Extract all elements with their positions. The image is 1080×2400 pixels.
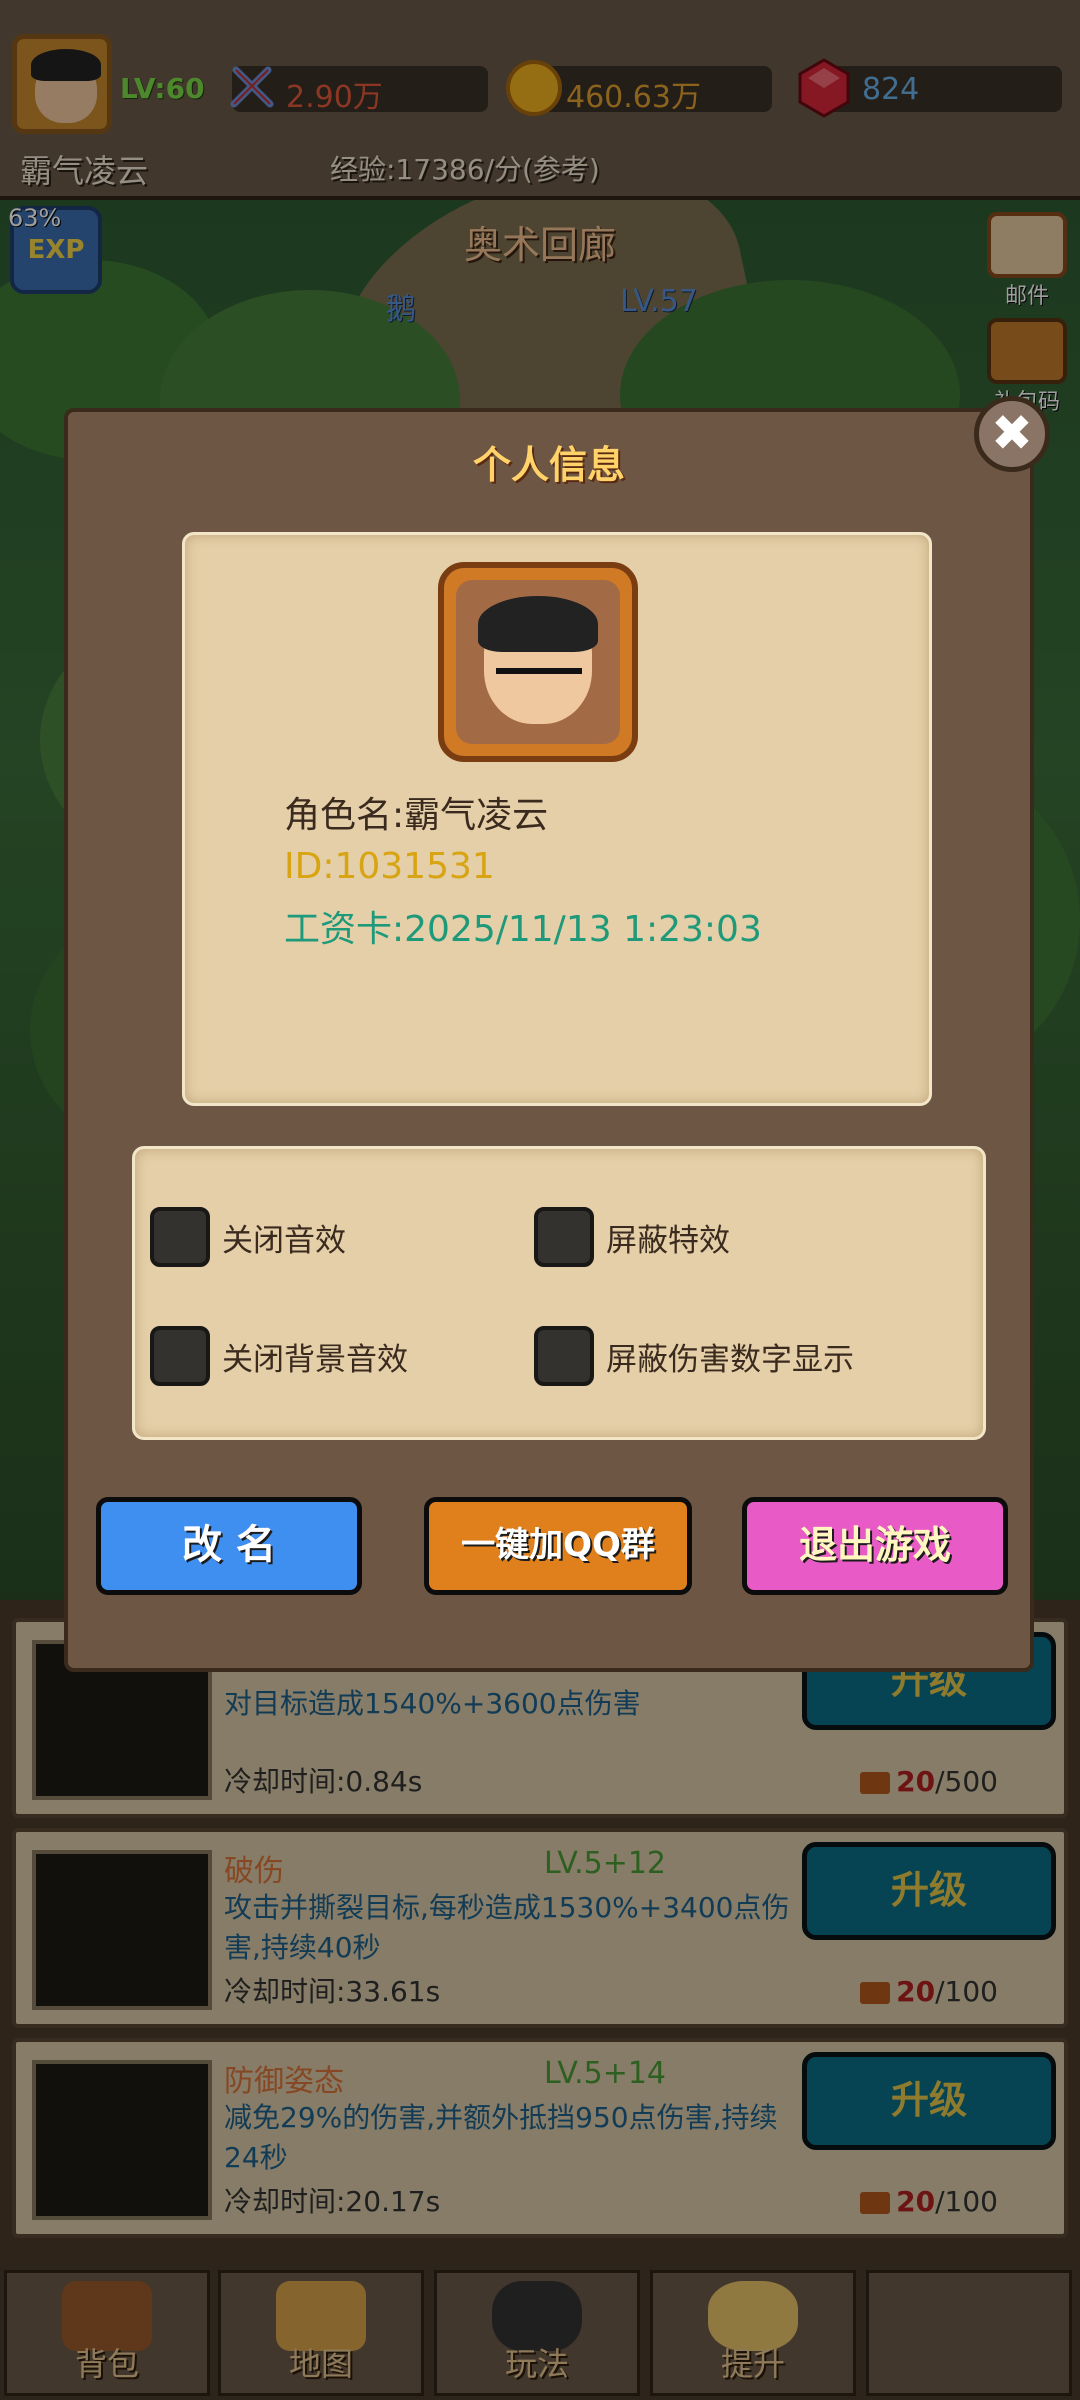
profile-avatar bbox=[438, 562, 638, 762]
checkbox[interactable] bbox=[150, 1207, 210, 1267]
setting-label: 关闭背景音效 bbox=[222, 1342, 408, 1378]
join-qq-group-button[interactable]: 一键加QQ群 bbox=[424, 1497, 692, 1595]
exit-game-button[interactable]: 退出游戏 bbox=[742, 1497, 1008, 1595]
setting-label: 关闭音效 bbox=[222, 1223, 346, 1259]
checkbox[interactable] bbox=[150, 1326, 210, 1386]
salary-card: 工资卡:2025/11/13 1:23:03 bbox=[284, 909, 762, 950]
checkbox[interactable] bbox=[534, 1326, 594, 1386]
player-id: ID:1031531 bbox=[284, 846, 495, 887]
checkbox[interactable] bbox=[534, 1207, 594, 1267]
setting-label: 屏蔽伤害数字显示 bbox=[606, 1342, 854, 1378]
close-icon[interactable]: ✖ bbox=[974, 396, 1050, 472]
settings-panel bbox=[132, 1146, 986, 1440]
setting-label: 屏蔽特效 bbox=[606, 1223, 730, 1259]
dialog-title: 个人信息 bbox=[472, 443, 625, 487]
role-name: 角色名:霸气凌云 bbox=[284, 795, 549, 836]
rename-button[interactable]: 改 名 bbox=[96, 1497, 362, 1595]
